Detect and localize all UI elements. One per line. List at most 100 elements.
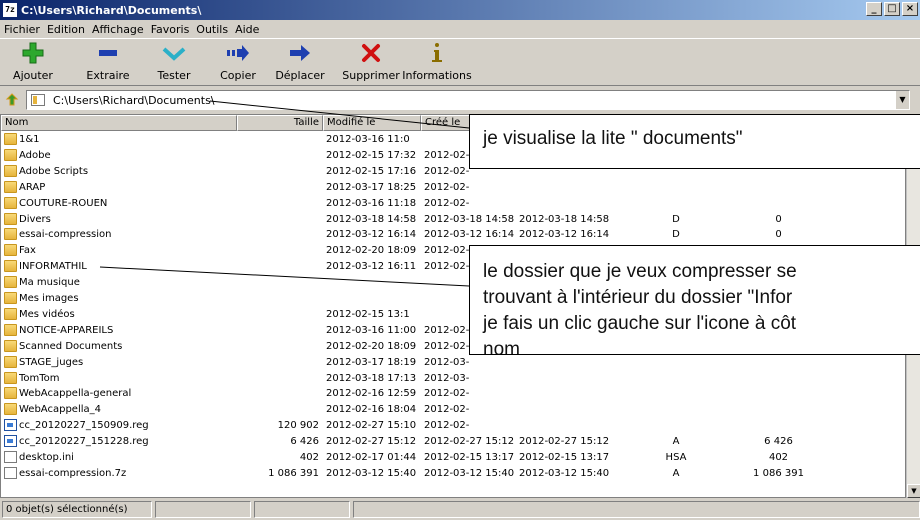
file-size	[237, 148, 319, 163]
folder-icon[interactable]	[4, 371, 17, 384]
file-created: 2012-02-	[424, 388, 470, 400]
extract-button[interactable]: Extraire	[76, 41, 140, 82]
file-row[interactable]: COUTURE-ROUEN 2012-03-16 11:18 2012-02-	[1, 196, 905, 211]
file-modified: 2012-03-16 11:18	[326, 197, 417, 209]
folder-icon[interactable]	[4, 292, 17, 304]
file-size	[237, 243, 319, 258]
folder-icon[interactable]	[4, 196, 17, 209]
registry-file-icon[interactable]	[4, 435, 17, 448]
folder-icon[interactable]	[4, 244, 17, 257]
file-icon[interactable]	[4, 466, 17, 479]
folder-icon[interactable]	[4, 276, 17, 289]
file-size	[237, 371, 319, 386]
folder-icon[interactable]	[4, 148, 17, 161]
file-packed-size	[731, 402, 826, 417]
add-button[interactable]: Ajouter	[4, 41, 62, 82]
folder-icon[interactable]	[4, 164, 17, 177]
file-modified: 2012-02-15 17:16	[326, 165, 417, 177]
file-row[interactable]: essai-compression 2012-03-12 16:14 2012-03…	[1, 227, 905, 242]
file-row[interactable]: WebAcappella_4 2012-02-16 18:04 2012-02-	[1, 402, 905, 417]
file-row[interactable]: cc_20120227_151228.reg 6 426 2012-02-27 15…	[1, 434, 905, 449]
file-row[interactable]: Divers 2012-03-18 14:58 2012-03-18 14:58 20…	[1, 212, 905, 227]
file-modified: 2012-02-15 17:32	[326, 149, 417, 161]
file-attributes: D	[672, 229, 680, 241]
folder-icon[interactable]	[4, 307, 17, 320]
registry-file-icon[interactable]	[4, 419, 17, 432]
file-created: 2012-02-27 15:12	[424, 436, 515, 448]
up-folder-icon[interactable]	[4, 92, 20, 108]
folder-icon	[31, 94, 45, 106]
file-name: Ma musique	[19, 277, 80, 289]
file-attributes	[641, 371, 711, 386]
folder-icon[interactable]	[4, 260, 17, 273]
delete-button[interactable]: Supprimer	[336, 41, 406, 82]
folder-icon[interactable]	[4, 180, 17, 193]
maximize-button[interactable]: □	[884, 2, 900, 16]
file-packed-size	[731, 196, 826, 211]
col-modified-header[interactable]: Modifié le	[323, 115, 421, 131]
file-name: desktop.ini	[19, 452, 74, 463]
file-row[interactable]: ARAP 2012-03-17 18:25 2012-02-	[1, 180, 905, 195]
address-dropdown-button[interactable]: ▼	[895, 91, 909, 109]
scroll-down-button[interactable]: ▼	[907, 484, 920, 498]
col-size-header[interactable]: Taille	[237, 115, 323, 131]
address-input[interactable]: C:\Users\Richard\Documents\ ▼	[26, 90, 910, 110]
close-button[interactable]: ×	[902, 2, 918, 16]
file-icon[interactable]	[4, 451, 17, 463]
folder-icon[interactable]	[4, 212, 17, 225]
extract-label: Extraire	[86, 69, 130, 82]
folder-icon[interactable]	[4, 133, 17, 145]
menu-edition[interactable]: Edition	[47, 23, 85, 36]
callout-text-line: trouvant à l'intérieur du dossier "Infor	[483, 287, 793, 308]
file-attributes	[641, 402, 711, 417]
folder-icon[interactable]	[4, 323, 17, 336]
folder-icon[interactable]	[4, 339, 17, 352]
file-modified: 2012-03-12 15:40	[326, 467, 417, 479]
file-attributes: A	[672, 467, 680, 479]
file-created: 2012-02-	[424, 181, 470, 193]
address-bar: C:\Users\Richard\Documents\ ▼	[0, 88, 920, 112]
minimize-button[interactable]: _	[866, 2, 882, 16]
file-created: 2012-02-	[424, 404, 470, 416]
menu-fichier[interactable]: Fichier	[4, 23, 40, 36]
file-created: 2012-03-12 15:40	[424, 467, 515, 479]
file-row[interactable]: WebAcappella-general 2012-02-16 12:59 2012…	[1, 386, 905, 401]
file-row[interactable]: TomTom 2012-03-18 17:13 2012-03-	[1, 371, 905, 386]
toolbar: Ajouter Extraire Tester Copier Déplacer …	[0, 38, 920, 86]
file-name: WebAcappella-general	[19, 388, 132, 400]
status-selected: 0 objet(s) sélectionné(s)	[2, 500, 152, 518]
status-panel-4	[352, 500, 920, 518]
file-row[interactable]: essai-compression.7z 1 086 391 2012-03-12 …	[1, 466, 905, 481]
file-name: essai-compression.7z	[19, 467, 127, 479]
menu-outils[interactable]: Outils	[196, 23, 228, 36]
test-label: Tester	[157, 69, 191, 82]
info-button[interactable]: Informations	[402, 41, 472, 82]
add-icon	[22, 42, 44, 64]
file-name: essai-compression	[19, 229, 112, 241]
menu-affichage[interactable]: Affichage	[92, 23, 144, 36]
file-name: ARAP	[19, 181, 46, 193]
file-created: 2012-02-	[424, 420, 470, 432]
file-row[interactable]: desktop.ini 402 2012-02-17 01:44 2012-02-15…	[1, 450, 905, 465]
folder-icon[interactable]	[4, 228, 17, 241]
file-size	[237, 132, 319, 147]
test-button[interactable]: Tester	[148, 41, 200, 82]
file-name: Mes images	[19, 293, 79, 304]
folder-icon[interactable]	[4, 387, 17, 400]
callout-text-line: le dossier que je veux compresser se	[483, 261, 797, 282]
file-accessed: 2012-02-27 15:12	[519, 436, 610, 448]
folder-icon[interactable]	[4, 403, 17, 416]
file-modified: 2012-02-20 18:09	[326, 245, 417, 257]
copy-button[interactable]: Copier	[212, 41, 264, 82]
file-packed-size	[731, 418, 826, 433]
menu-aide[interactable]: Aide	[235, 23, 259, 36]
file-row[interactable]: cc_20120227_150909.reg 120 902 2012-02-27 …	[1, 418, 905, 433]
col-name-header[interactable]: Nom	[1, 115, 237, 131]
status-bar: 0 objet(s) sélectionné(s)	[0, 498, 920, 520]
file-row[interactable]: STAGE_juges 2012-03-17 18:19 2012-03-	[1, 355, 905, 370]
file-size: 120 902	[277, 420, 319, 432]
menu-favoris[interactable]: Favoris	[151, 23, 190, 36]
7zip-app-icon: 7z	[3, 3, 17, 17]
move-button[interactable]: Déplacer	[270, 41, 330, 82]
folder-icon[interactable]	[4, 355, 17, 368]
